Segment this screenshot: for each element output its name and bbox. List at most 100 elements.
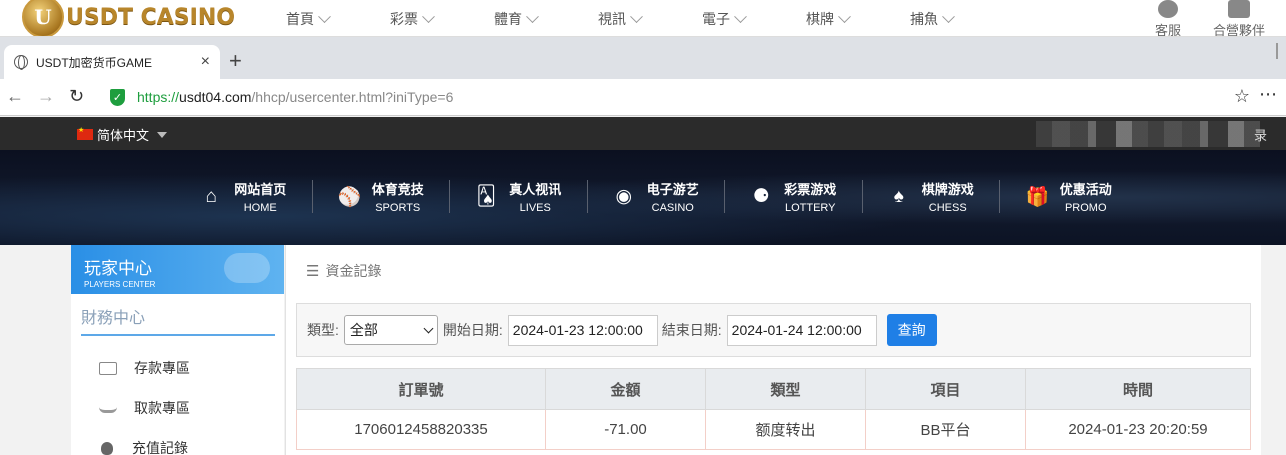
start-date-label: 開始日期: (442, 322, 503, 338)
chevron-down-icon (423, 323, 434, 333)
breadcrumb: ☰ 資金記錄 (306, 261, 381, 281)
site-logo[interactable]: U USDT CASINO (22, 0, 235, 36)
language-selector[interactable]: 简体中文 (77, 125, 168, 144)
url-input[interactable]: ✓ https:// usdt04.com /hhcp/usercenter.h… (102, 83, 1256, 111)
site-menu-electronic[interactable]: 電子 (702, 9, 806, 29)
end-date-label: 結束日期: (661, 322, 722, 338)
chevron-down-icon (630, 9, 643, 23)
sidebar-item-withdraw[interactable]: 取款專區 (71, 388, 284, 428)
cell-time: 2024-01-23 20:20:59 (1025, 409, 1251, 450)
browser-tab-bar: USDT加密货币GAME × + (0, 37, 1286, 79)
type-select-value: 全部 (349, 322, 378, 338)
hero-banner: ⌂ 网站首页 HOME ⚾ 体育竞技 SPORTS 🂡 真人视讯 LIVES ◉ 电子… (0, 150, 1286, 245)
chess-spade-icon: ♠ (893, 185, 904, 207)
table-row[interactable]: 1706012458820335 -71.00 额度转出 BB平台 2024-0… (296, 409, 1251, 450)
site-menu-sports[interactable]: 體育 (494, 9, 598, 29)
site-menu-fishing[interactable]: 捕魚 (910, 9, 1014, 29)
site-menu-home[interactable]: 首頁 (286, 9, 390, 29)
url-host: usdt04.com (179, 89, 252, 105)
player-center-sidebar: 玩家中心 PLAYERS CENTER 財務中心 存款專區 取款專區 充值記錄 (71, 245, 284, 455)
start-date-input[interactable]: 2024-01-23 12:00:00 (507, 314, 658, 346)
chevron-down-icon (734, 9, 747, 23)
site-header-bar: 简体中文 录 (0, 117, 1286, 150)
main-nav-casino[interactable]: ◉ 电子游艺 CASINO (588, 180, 725, 214)
site-menu-video[interactable]: 視訊 (598, 9, 702, 29)
chat-bubble-icon (1158, 0, 1178, 18)
gamepad-icon (224, 253, 270, 283)
reload-icon[interactable]: ↻ (69, 85, 84, 107)
tab-title: USDT加密货币GAME (36, 55, 153, 70)
gift-icon: 🎁 (1025, 186, 1050, 208)
url-scheme: https:// (137, 89, 180, 105)
chevron-down-icon (526, 9, 539, 23)
col-amount: 金額 (545, 368, 706, 410)
main-nav-lives[interactable]: 🂡 真人视讯 LIVES (450, 180, 588, 214)
main-nav-lottery[interactable]: ⚈ 彩票游戏 LOTTERY (725, 180, 863, 214)
cell-type: 额度转出 (705, 409, 866, 450)
close-icon[interactable]: × (201, 53, 210, 71)
main-content: ☰ 資金記錄 類型: 全部 開始日期: 2024-01-23 12:00:00 … (285, 245, 1261, 455)
sports-ball-icon: ⚾ (337, 186, 362, 208)
sidebar-section-finance: 財務中心 (81, 304, 275, 336)
login-link[interactable]: 录 (1254, 125, 1267, 144)
end-date-input[interactable]: 2024-01-24 12:00:00 (726, 314, 877, 346)
browser-tab[interactable]: USDT加密货币GAME × (4, 45, 220, 79)
home-icon: ⌂ (205, 185, 217, 207)
url-path: /hhcp/usercenter.html?iniType=6 (251, 89, 454, 105)
query-button[interactable]: 查詢 (886, 314, 937, 346)
sidebar-item-label: 取款專區 (134, 400, 190, 416)
col-time: 時間 (1025, 368, 1251, 410)
list-icon: ☰ (306, 263, 320, 280)
caret-down-icon (157, 131, 168, 138)
sidebar-header: 玩家中心 PLAYERS CENTER (71, 245, 284, 294)
cell-item: BB平台 (865, 409, 1026, 450)
sidebar-item-recharge-record[interactable]: 充值記錄 (71, 428, 284, 455)
china-flag-icon (77, 126, 93, 140)
partner-link[interactable]: 合營夥伴 (1213, 0, 1265, 36)
cell-amount: -71.00 (545, 409, 706, 450)
partners-icon (1228, 0, 1250, 18)
type-label: 類型: (307, 322, 339, 338)
main-nav-chess[interactable]: ♠ 棋牌游戏 CHESS (863, 180, 1000, 214)
col-item: 項目 (865, 368, 1026, 410)
cell-order-no: 1706012458820335 (296, 409, 546, 450)
funds-record-table: 訂單號 金額 類型 項目 時間 1706012458820335 -71.00 … (296, 368, 1251, 450)
bookmark-star-icon[interactable]: ☆ (1234, 86, 1250, 107)
table-header-row: 訂單號 金額 類型 項目 時間 (296, 368, 1251, 410)
logo-text: USDT CASINO (66, 4, 235, 30)
type-select[interactable]: 全部 (343, 315, 438, 345)
sidebar-item-label: 存款專區 (134, 360, 190, 376)
main-nav: ⌂ 网站首页 HOME ⚾ 体育竞技 SPORTS 🂡 真人视讯 LIVES ◉ 电子… (175, 180, 1138, 214)
chevron-down-icon (422, 9, 435, 23)
site-menu: 首頁 彩票 體育 視訊 電子 棋牌 捕魚 (286, 9, 1014, 29)
logo-badge: U (22, 0, 64, 36)
forward-arrow-icon[interactable]: → (37, 85, 55, 107)
browser-address-bar: ← → ↻ ✓ https:// usdt04.com /hhcp/userce… (0, 79, 1286, 116)
filter-bar: 類型: 全部 開始日期: 2024-01-23 12:00:00 結束日期: 2… (296, 303, 1251, 357)
tab-strip-divider (1276, 43, 1278, 59)
language-label: 简体中文 (97, 128, 150, 143)
cards-icon: 🂡 (476, 186, 496, 207)
site-top-nav: U USDT CASINO 首頁 彩票 體育 視訊 電子 棋牌 捕魚 客服 合營… (0, 0, 1286, 37)
new-tab-button[interactable]: + (229, 50, 242, 72)
lottery-balls-icon: ⚈ (752, 186, 770, 207)
chevron-down-icon (942, 9, 955, 23)
main-nav-home[interactable]: ⌂ 网站首页 HOME (175, 180, 313, 214)
col-type: 類型 (705, 368, 866, 410)
col-order-no: 訂單號 (296, 368, 546, 410)
sidebar-item-deposit[interactable]: 存款專區 (71, 348, 284, 388)
money-bag-icon (101, 441, 113, 455)
globe-icon (14, 55, 28, 70)
sidebar-item-label: 充值記錄 (132, 440, 188, 455)
site-menu-chess[interactable]: 棋牌 (806, 9, 910, 29)
secure-shield-icon: ✓ (110, 88, 125, 106)
customer-service-link[interactable]: 客服 (1155, 0, 1181, 36)
main-nav-promo[interactable]: 🎁 优惠活动 PROMO (1000, 180, 1138, 214)
main-nav-sports[interactable]: ⚾ 体育竞技 SPORTS (313, 180, 450, 214)
site-menu-lottery[interactable]: 彩票 (390, 9, 494, 29)
page-title: 資金記錄 (325, 263, 382, 279)
chevron-down-icon (838, 9, 851, 23)
hand-money-icon (99, 404, 117, 413)
back-arrow-icon[interactable]: ← (6, 85, 24, 107)
more-menu-icon[interactable]: ⋯ (1259, 84, 1278, 105)
